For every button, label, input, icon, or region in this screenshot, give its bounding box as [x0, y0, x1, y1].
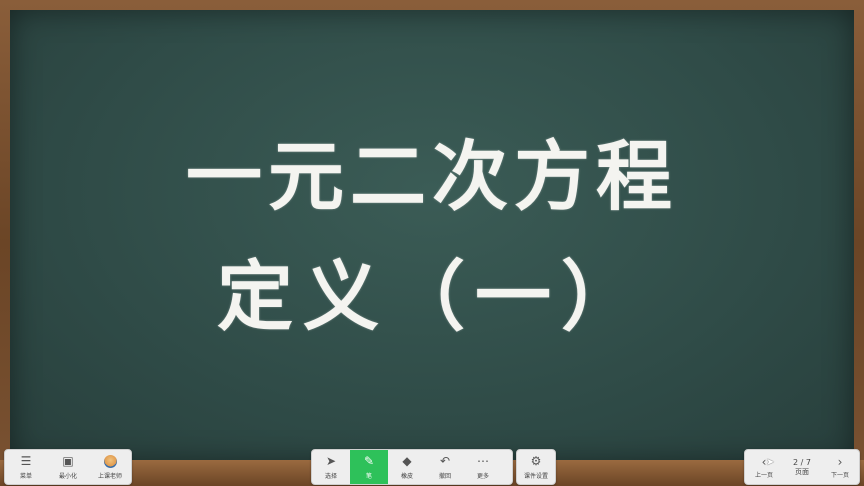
menu-button[interactable]: ☰ 菜单 — [5, 450, 47, 484]
more-button[interactable]: ⋯ 更多 — [464, 450, 502, 484]
prev-page-button[interactable]: ‹ 上一页 — [745, 450, 783, 484]
board-title-line2: 定义（一） — [217, 252, 647, 341]
chalkboard: 一元二次方程 定义（一） — [10, 10, 854, 463]
page-indicator[interactable]: 2 / 7 页面 — [783, 450, 821, 484]
minimize-button[interactable]: ▣ 最小化 — [47, 450, 89, 484]
more-icon: ⋯ — [477, 453, 489, 468]
settings-label: 课件设置 — [523, 472, 548, 480]
undo-label: 撤回 — [438, 472, 451, 480]
prev-page-label: 上一页 — [754, 471, 773, 479]
settings-button[interactable]: ⚙ 课件设置 — [517, 450, 555, 484]
mouse-pointer-icon: ➤ — [766, 457, 775, 468]
toolbar-pager: ‹ 上一页 2 / 7 页面 › 下一页 — [744, 449, 860, 485]
minimize-label: 最小化 — [58, 472, 77, 480]
eraser-button[interactable]: ◆ 橡皮 — [388, 450, 426, 484]
settings-icon: ⚙ — [530, 453, 542, 468]
cursor-arrow-icon: ➤ — [325, 453, 337, 468]
teacher-button[interactable]: 上课老师 — [89, 450, 131, 484]
menu-icon: ☰ — [20, 453, 32, 468]
pen-button[interactable]: ✎ 笔 — [350, 450, 388, 484]
eraser-label: 橡皮 — [400, 472, 413, 480]
teacher-label: 上课老师 — [97, 472, 122, 480]
page-number: 2 / 7 — [793, 457, 811, 467]
toolbar-left: ☰ 菜单 ▣ 最小化 上课老师 — [4, 449, 132, 485]
select-button[interactable]: ➤ 选择 — [312, 450, 350, 484]
toolbar-settings: ⚙ 课件设置 — [516, 449, 556, 485]
eraser-icon: ◆ — [402, 453, 412, 468]
pen-label: 笔 — [365, 472, 372, 480]
more-label: 更多 — [476, 472, 489, 480]
board-title-line1: 一元二次方程 — [186, 132, 678, 221]
current-page-label: 页面 — [795, 467, 809, 476]
menu-label: 菜单 — [19, 472, 32, 480]
undo-button[interactable]: ↶ 撤回 — [426, 450, 464, 484]
next-page-button[interactable]: › 下一页 — [821, 450, 859, 484]
next-page-label: 下一页 — [830, 471, 849, 479]
undo-icon: ↶ — [439, 453, 451, 468]
minimize-icon: ▣ — [62, 453, 74, 468]
toolbar-center: ➤ 选择 ✎ 笔 ◆ 橡皮 ↶ 撤回 ⋯ 更多 — [311, 449, 513, 485]
select-label: 选择 — [324, 472, 337, 480]
pen-icon: ✎ — [363, 453, 375, 468]
chevron-right-icon: › — [837, 454, 843, 469]
teacher-avatar-icon — [103, 454, 117, 469]
